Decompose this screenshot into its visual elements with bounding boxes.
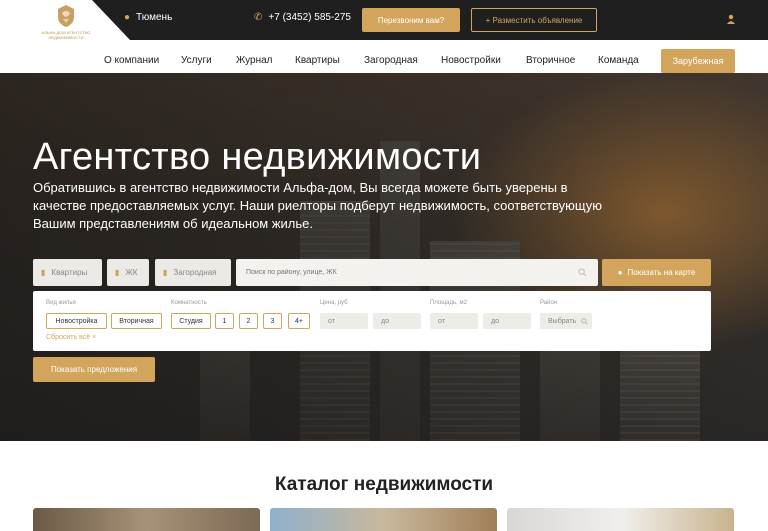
hero-description: Обратившись в агентство недвижимости Аль… (33, 180, 602, 231)
house-icon: ▮ (163, 268, 168, 277)
top-bar: АЛЬФА-ДОМ АГЕНТСТВО НЕДВИЖИМОСТИ ● Тюмен… (0, 0, 768, 40)
hero-section: Агентство недвижимости Обратившись в аге… (0, 73, 768, 441)
nav-item-team[interactable]: Команда (598, 55, 639, 66)
area-from-input[interactable]: от (430, 313, 478, 329)
user-icon[interactable] (725, 13, 737, 25)
rooms-2-button[interactable]: 2 (239, 313, 258, 329)
main-nav: О компании Услуги Журнал Квартиры Загоро… (0, 40, 768, 73)
price-label: Цена, руб (320, 300, 348, 306)
housing-secondary-button[interactable]: Вторичная (111, 313, 162, 329)
nav-item-services[interactable]: Услуги (181, 55, 212, 66)
area-label: Площадь, м2 (430, 300, 467, 306)
nav-item-new-buildings[interactable]: Новостройки (441, 55, 501, 66)
search-icon[interactable] (578, 268, 587, 277)
tab-country[interactable]: ▮ Загородная (155, 259, 231, 286)
housing-new-button[interactable]: Новостройка (46, 313, 107, 329)
location-pin-icon: ● (124, 12, 131, 23)
phone-icon: ✆ (254, 12, 263, 23)
nav-item-company[interactable]: О компании (104, 55, 159, 66)
district-select[interactable]: Выбрать (540, 313, 592, 329)
nav-item-secondary[interactable]: Вторичное (526, 55, 575, 66)
search-icon (581, 317, 588, 325)
tab-complex[interactable]: ▮ ЖК (107, 259, 149, 286)
phone-link[interactable]: ✆ +7 (3452) 585-275 (254, 12, 351, 23)
callback-button[interactable]: Перезвоним вам? (362, 8, 460, 32)
rooms-4plus-button[interactable]: 4+ (288, 313, 310, 329)
city-selector[interactable]: ● Тюмень (124, 12, 172, 23)
tab-apartments[interactable]: ▮ Квартиры (33, 259, 102, 286)
nav-item-apartments[interactable]: Квартиры (295, 55, 340, 66)
filter-panel: Вид жилья Новостройка Вторичная Комнатно… (33, 291, 711, 351)
rooms-studio-button[interactable]: Студия (171, 313, 211, 329)
district-label: Район (540, 300, 558, 306)
building-icon: ▮ (41, 268, 46, 277)
nav-item-foreign[interactable]: Зарубежная (661, 49, 735, 73)
rooms-label: Комнатность (171, 300, 207, 306)
area-to-input[interactable]: до (483, 313, 531, 329)
nav-item-journal[interactable]: Журнал (236, 55, 273, 66)
building-icon: ▮ (115, 268, 120, 277)
reset-filters-link[interactable]: Сбросить всё × (46, 334, 96, 341)
show-on-map-button[interactable]: ● Показать на карте (602, 259, 711, 286)
catalog-card-image[interactable] (33, 508, 260, 531)
rooms-1-button[interactable]: 1 (215, 313, 234, 329)
price-to-input[interactable]: до (373, 313, 421, 329)
nav-item-country[interactable]: Загородная (364, 55, 418, 66)
hero-title: Агентство недвижимости (33, 136, 482, 178)
lion-emblem-icon (58, 5, 74, 27)
catalog-card-image[interactable] (507, 508, 734, 531)
logo-caption: АЛЬФА-ДОМ АГЕНТСТВО НЕДВИЖИМОСТИ (41, 30, 91, 40)
rooms-3-button[interactable]: 3 (263, 313, 282, 329)
phone-number: +7 (3452) 585-275 (268, 12, 351, 23)
search-input[interactable] (236, 259, 598, 286)
price-from-input[interactable]: от (320, 313, 368, 329)
city-label: Тюмень (136, 12, 173, 23)
housing-type-label: Вид жилья (46, 300, 76, 306)
catalog-card-image[interactable] (270, 508, 497, 531)
show-offers-button[interactable]: Показать предложения (33, 357, 155, 382)
post-listing-button[interactable]: + Разместить объявление (471, 8, 597, 32)
catalog-title: Каталог недвижимости (274, 474, 494, 495)
location-pin-icon: ● (617, 268, 623, 277)
